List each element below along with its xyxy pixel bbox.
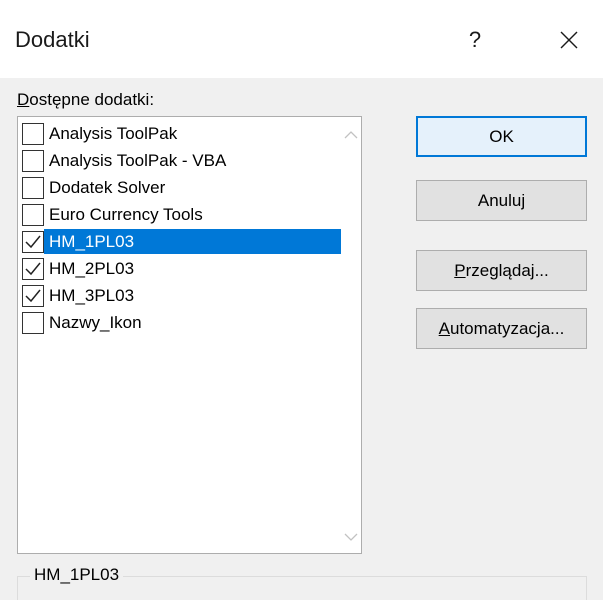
addins-listbox[interactable]: Analysis ToolPak Analysis ToolPak - VBA Do… (17, 116, 362, 554)
close-button[interactable] (547, 20, 591, 60)
addin-checkbox[interactable] (22, 257, 44, 280)
browse-button[interactable]: Przeglądaj... (416, 250, 587, 291)
checkmark-icon (25, 289, 41, 302)
checkmark-icon (25, 235, 41, 248)
addin-list-item[interactable]: HM_2PL03 (18, 255, 343, 282)
automation-button-accel: A (438, 319, 450, 338)
checkmark-icon (25, 262, 41, 275)
cancel-button[interactable]: Anuluj (416, 180, 587, 221)
addins-list-items: Analysis ToolPak Analysis ToolPak - VBA Do… (18, 120, 343, 336)
addin-checkbox[interactable] (22, 203, 44, 226)
addin-label: Analysis ToolPak - VBA (49, 151, 227, 170)
addin-checkbox[interactable] (22, 149, 44, 172)
description-title: HM_1PL03 (30, 565, 124, 585)
addins-list-label: Dostępne dodatki: (17, 90, 154, 110)
dialog-body: Dostępne dodatki: Analysis ToolPak Analys… (0, 78, 603, 600)
addin-list-item[interactable]: HM_3PL03 (18, 282, 343, 309)
dialog-title: Dodatki (15, 27, 90, 52)
addin-list-item[interactable]: Analysis ToolPak (18, 120, 343, 147)
browse-button-label: rzeglądaj... (465, 261, 549, 280)
addin-label: Nazwy_Ikon (49, 313, 142, 332)
addin-checkbox[interactable] (22, 284, 44, 307)
addin-list-item[interactable]: Dodatek Solver (18, 174, 343, 201)
addins-list-label-text: ostępne dodatki: (29, 90, 155, 109)
help-button[interactable]: ? (455, 20, 495, 60)
scroll-up-button[interactable] (343, 127, 359, 143)
addin-list-item[interactable]: Euro Currency Tools (18, 201, 343, 228)
addin-checkbox[interactable] (22, 176, 44, 199)
browse-button-accel: P (454, 261, 466, 280)
ok-button[interactable]: OK (416, 116, 587, 157)
description-group: HM_1PL03 (17, 565, 587, 600)
chevron-up-icon (344, 131, 358, 139)
addin-checkbox[interactable] (22, 230, 44, 253)
addin-label: Euro Currency Tools (49, 205, 203, 224)
vertical-scrollbar[interactable] (341, 117, 361, 553)
close-icon (560, 31, 578, 49)
addin-label: Dodatek Solver (49, 178, 166, 197)
chevron-down-icon (344, 533, 358, 541)
addin-list-item[interactable]: Analysis ToolPak - VBA (18, 147, 343, 174)
addin-label: Analysis ToolPak (49, 124, 178, 143)
addin-label: HM_1PL03 (44, 229, 343, 254)
addin-list-item[interactable]: Nazwy_Ikon (18, 309, 343, 336)
addin-checkbox[interactable] (22, 122, 44, 145)
title-bar: Dodatki ? (0, 0, 603, 78)
automation-button[interactable]: Automatyzacja... (416, 308, 587, 349)
addins-list-label-accel: D (17, 90, 30, 109)
addin-label: HM_3PL03 (49, 286, 135, 305)
automation-button-label: utomatyzacja... (450, 319, 565, 338)
scroll-down-button[interactable] (343, 529, 359, 545)
addin-checkbox[interactable] (22, 311, 44, 334)
addin-label: HM_2PL03 (49, 259, 135, 278)
addin-list-item[interactable]: HM_1PL03 (18, 228, 343, 255)
